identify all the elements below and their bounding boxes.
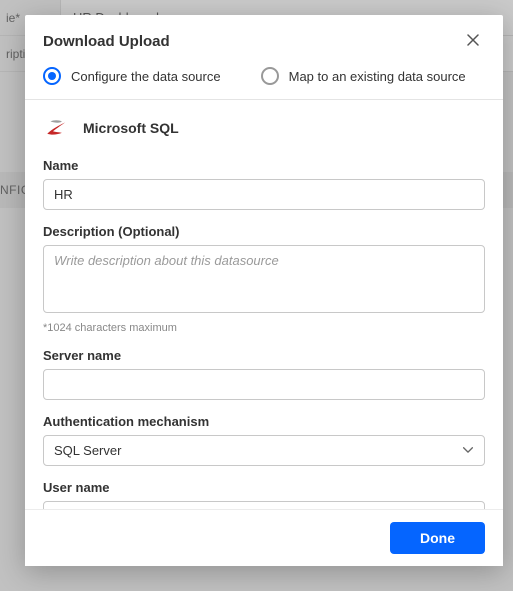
datasource-header: Microsoft SQL	[43, 114, 485, 142]
radio-map-label: Map to an existing data source	[289, 69, 466, 84]
label-auth-mechanism: Authentication mechanism	[43, 414, 485, 429]
radio-icon	[43, 67, 61, 85]
download-upload-modal: Download Upload Configure the data sourc…	[25, 15, 503, 566]
datasource-name: Microsoft SQL	[83, 120, 179, 136]
input-description[interactable]	[43, 245, 485, 313]
field-name: Name	[43, 158, 485, 210]
radio-icon	[261, 67, 279, 85]
radio-configure-source[interactable]: Configure the data source	[43, 67, 221, 85]
done-button[interactable]: Done	[390, 522, 485, 554]
close-button[interactable]	[461, 29, 485, 53]
label-description: Description (Optional)	[43, 224, 485, 239]
field-user-name: User name	[43, 480, 485, 509]
label-name: Name	[43, 158, 485, 173]
mssql-icon	[43, 114, 71, 142]
label-user-name: User name	[43, 480, 485, 495]
source-mode-radio-group: Configure the data source Map to an exis…	[25, 67, 503, 100]
modal-footer: Done	[25, 509, 503, 566]
input-user-name[interactable]	[43, 501, 485, 509]
modal-title: Download Upload	[43, 33, 170, 50]
field-description: Description (Optional) *1024 characters …	[43, 224, 485, 334]
label-server-name: Server name	[43, 348, 485, 363]
select-auth-mechanism[interactable]: SQL Server	[43, 435, 485, 466]
modal-header: Download Upload	[25, 15, 503, 67]
input-name[interactable]	[43, 179, 485, 210]
field-server-name: Server name	[43, 348, 485, 400]
input-server-name[interactable]	[43, 369, 485, 400]
radio-map-existing[interactable]: Map to an existing data source	[261, 67, 466, 85]
description-hint: *1024 characters maximum	[43, 322, 485, 334]
radio-configure-label: Configure the data source	[71, 69, 221, 84]
close-icon	[467, 34, 479, 49]
modal-body: Microsoft SQL Name Description (Optional…	[25, 100, 503, 509]
field-auth-mechanism: Authentication mechanism SQL Server	[43, 414, 485, 466]
